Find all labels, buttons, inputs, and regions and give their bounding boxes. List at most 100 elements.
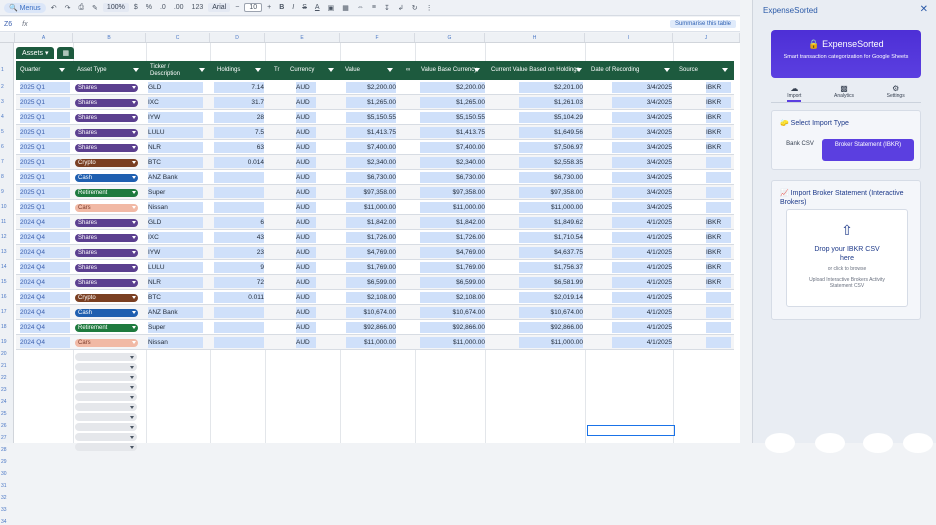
ticker-cell[interactable]: Nissan xyxy=(148,202,203,213)
col-header[interactable]: C xyxy=(146,33,210,42)
source-cell[interactable] xyxy=(706,307,731,318)
row-number[interactable]: 25 xyxy=(1,411,7,417)
ticker-cell[interactable]: NLR xyxy=(148,277,203,288)
asset-type-chip[interactable]: Shares xyxy=(75,128,138,137)
ticker-cell[interactable]: ANZ Bank xyxy=(148,172,203,183)
quarter-cell[interactable]: 2025 Q1 xyxy=(20,82,70,93)
filter-icon[interactable] xyxy=(474,68,480,72)
filter-icon[interactable] xyxy=(133,68,139,72)
row-number[interactable]: 23 xyxy=(1,387,7,393)
source-cell[interactable]: IBKR xyxy=(706,112,731,123)
holdings-cell[interactable]: 31.7 xyxy=(214,97,264,108)
ticker-cell[interactable]: Nissan xyxy=(148,337,203,348)
base-value-cell[interactable]: $1,265.00 xyxy=(420,97,485,108)
currency-cell[interactable]: AUD xyxy=(296,292,316,303)
col-header[interactable]: E xyxy=(265,33,340,42)
date-cell[interactable]: 4/1/2025 xyxy=(612,217,672,228)
col-header[interactable]: H xyxy=(485,33,585,42)
date-cell[interactable]: 4/1/2025 xyxy=(612,337,672,348)
empty-asset-type-dropdown[interactable] xyxy=(75,413,137,421)
current-value-cell[interactable]: $1,756.37 xyxy=(519,262,583,273)
currency-cell[interactable]: AUD xyxy=(296,307,316,318)
holdings-cell[interactable] xyxy=(214,187,264,198)
row-number[interactable]: 19 xyxy=(1,339,7,345)
current-value-cell[interactable]: $6,581.99 xyxy=(519,277,583,288)
source-cell[interactable] xyxy=(706,292,731,303)
table-row[interactable]: 2024 Q4 ANZ Bank AUD $10,674.00 $10,674.00 $1… xyxy=(16,305,734,320)
empty-asset-type-dropdown[interactable] xyxy=(75,443,137,451)
base-value-cell[interactable]: $1,413.75 xyxy=(420,127,485,138)
row-number[interactable]: 21 xyxy=(1,363,7,369)
date-cell[interactable]: 3/4/2025 xyxy=(612,127,672,138)
source-cell[interactable]: IBKR xyxy=(706,127,731,138)
date-cell[interactable]: 3/4/2025 xyxy=(612,112,672,123)
holdings-cell[interactable]: 43 xyxy=(214,232,264,243)
base-value-cell[interactable]: $2,200.00 xyxy=(420,82,485,93)
quarter-cell[interactable]: 2025 Q1 xyxy=(20,97,70,108)
header-value[interactable]: Value xyxy=(342,61,387,80)
merge-cells-icon[interactable]: ⇔ xyxy=(354,3,367,12)
col-header[interactable]: B xyxy=(73,33,146,42)
empty-asset-type-dropdown[interactable] xyxy=(75,423,137,431)
row-number[interactable]: 2 xyxy=(1,84,4,90)
rotate-icon[interactable]: ↻ xyxy=(409,3,421,13)
quarter-cell[interactable]: 2024 Q4 xyxy=(20,232,70,243)
asset-type-chip[interactable]: Shares xyxy=(75,143,138,152)
row-number[interactable]: 7 xyxy=(1,159,4,165)
base-value-cell[interactable]: $1,769.00 xyxy=(420,262,485,273)
header-currency[interactable]: Currency xyxy=(287,61,332,80)
source-cell[interactable] xyxy=(706,172,731,183)
strikethrough-icon[interactable]: S xyxy=(299,3,310,12)
row-number[interactable]: 1 xyxy=(1,67,4,73)
header-base-currency[interactable]: Value Base Currency xyxy=(418,61,478,80)
col-header[interactable]: G xyxy=(415,33,485,42)
current-value-cell[interactable]: $92,866.00 xyxy=(519,322,583,333)
base-value-cell[interactable]: $1,726.00 xyxy=(420,232,485,243)
quarter-cell[interactable]: 2024 Q4 xyxy=(20,307,70,318)
value-cell[interactable]: $11,000.00 xyxy=(346,337,396,348)
base-value-cell[interactable]: $6,599.00 xyxy=(420,277,485,288)
value-cell[interactable]: $10,674.00 xyxy=(346,307,396,318)
asset-type-chip[interactable]: Cars xyxy=(75,203,138,212)
currency-cell[interactable]: AUD xyxy=(296,247,316,258)
menus-search-button[interactable]: 🔍 Menus xyxy=(4,2,46,13)
paint-format-icon[interactable]: ✎ xyxy=(89,3,101,13)
row-number[interactable]: 22 xyxy=(1,375,7,381)
holdings-cell[interactable]: 7.5 xyxy=(214,127,264,138)
holdings-cell[interactable]: 7.14 xyxy=(214,82,264,93)
asset-type-chip[interactable]: Crypto xyxy=(75,158,138,167)
date-cell[interactable]: 3/4/2025 xyxy=(612,157,672,168)
header-source[interactable]: Source xyxy=(676,61,721,80)
current-value-cell[interactable]: $1,261.03 xyxy=(519,97,583,108)
ticker-cell[interactable]: Super xyxy=(148,187,203,198)
date-cell[interactable]: 3/4/2025 xyxy=(612,172,672,183)
quarter-cell[interactable]: 2024 Q4 xyxy=(20,217,70,228)
current-value-cell[interactable]: $11,000.00 xyxy=(519,337,583,348)
source-cell[interactable]: IBKR xyxy=(706,262,731,273)
current-value-cell[interactable]: $6,730.00 xyxy=(519,172,583,183)
asset-type-chip[interactable]: Crypto xyxy=(75,293,138,302)
source-cell[interactable]: IBKR xyxy=(706,232,731,243)
value-cell[interactable]: $7,400.00 xyxy=(346,142,396,153)
row-number[interactable]: 29 xyxy=(1,459,7,465)
row-number[interactable]: 4 xyxy=(1,114,4,120)
quarter-cell[interactable]: 2025 Q1 xyxy=(20,187,70,198)
table-row[interactable]: 2024 Q4 LULU 9 AUD $1,769.00 $1,769.00 $1,756.… xyxy=(16,260,734,275)
base-value-cell[interactable]: $1,842.00 xyxy=(420,217,485,228)
empty-asset-type-dropdown[interactable] xyxy=(75,403,137,411)
row-number[interactable]: 27 xyxy=(1,435,7,441)
filter-icon[interactable] xyxy=(576,68,582,72)
value-cell[interactable]: $6,599.00 xyxy=(346,277,396,288)
source-cell[interactable]: IBKR xyxy=(706,247,731,258)
source-cell[interactable] xyxy=(706,187,731,198)
source-cell[interactable]: IBKR xyxy=(706,142,731,153)
currency-format-button[interactable]: $ xyxy=(131,3,141,12)
value-cell[interactable]: $1,726.00 xyxy=(346,232,396,243)
align-icon[interactable]: ≡ xyxy=(369,3,379,12)
currency-cell[interactable]: AUD xyxy=(296,202,316,213)
asset-type-chip[interactable]: Cars xyxy=(75,338,138,347)
date-cell[interactable]: 3/4/2025 xyxy=(612,97,672,108)
holdings-cell[interactable]: 9 xyxy=(214,262,264,273)
current-value-cell[interactable]: $10,674.00 xyxy=(519,307,583,318)
table-row[interactable]: 2025 Q1 GLD 7.14 AUD $2,200.00 $2,200.00 $2,20… xyxy=(16,80,734,95)
